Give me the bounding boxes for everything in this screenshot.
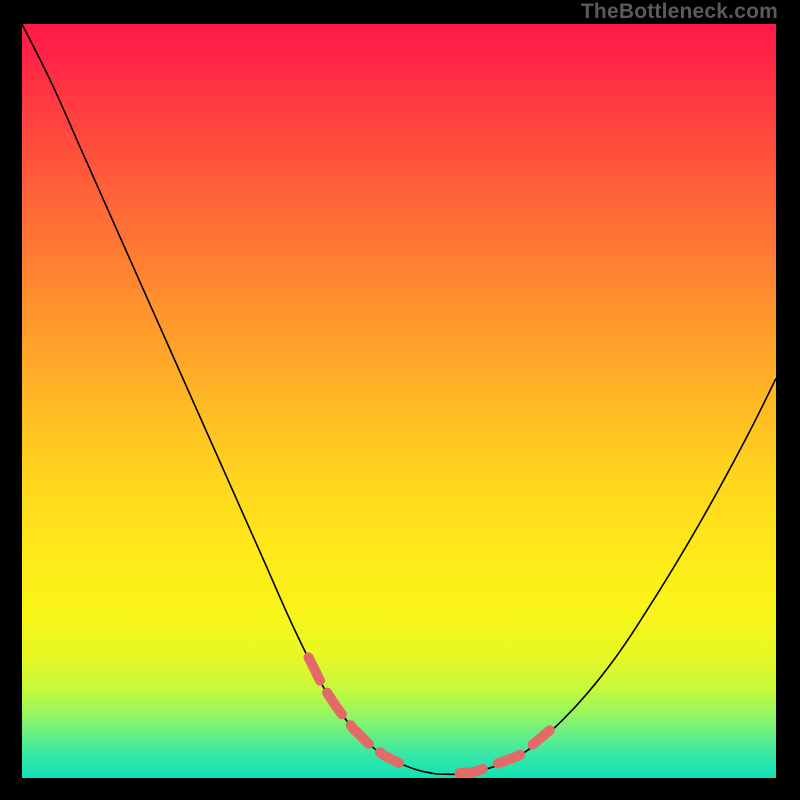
highlight-dash-right: [459, 730, 549, 773]
bottleneck-curve: [22, 24, 776, 774]
watermark-text: TheBottleneck.com: [581, 0, 778, 24]
chart-frame: [20, 22, 778, 780]
highlight-dash-left: [309, 657, 399, 763]
plot-area: [22, 24, 776, 778]
curve-layer: [22, 24, 776, 778]
